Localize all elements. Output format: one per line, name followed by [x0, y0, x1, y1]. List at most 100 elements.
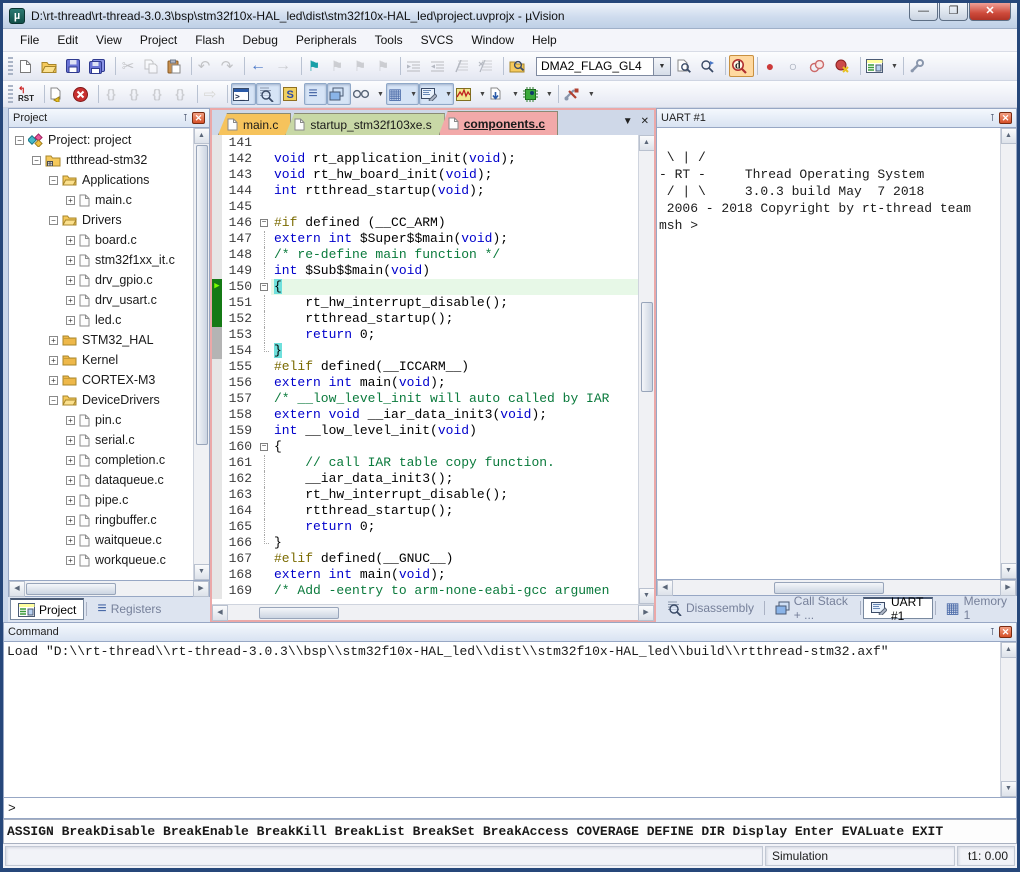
code-editor[interactable]: 141142void rt_application_init(void);143… — [212, 135, 638, 604]
tree-item-devicedrivers[interactable]: −DeviceDrivers — [9, 390, 193, 410]
expand-icon[interactable]: + — [66, 196, 75, 205]
show-next-statement-button[interactable] — [48, 83, 71, 105]
expand-icon[interactable]: + — [66, 456, 75, 465]
tree-item-drivers[interactable]: −Drivers — [9, 210, 193, 230]
fold-margin[interactable] — [258, 167, 271, 183]
tree-item-project-project[interactable]: −Project: project — [9, 130, 193, 150]
scroll-left-icon[interactable]: ◀ — [657, 580, 673, 596]
command-panel-close-icon[interactable]: ✕ — [999, 626, 1012, 638]
code-line-149[interactable]: 149int $Sub$$main(void) — [212, 263, 638, 279]
command-input-line[interactable]: > — [3, 798, 1017, 819]
menu-help[interactable]: Help — [523, 31, 566, 49]
menu-view[interactable]: View — [87, 31, 131, 49]
code-line-158[interactable]: 158extern void __iar_data_init3(void); — [212, 407, 638, 423]
menu-edit[interactable]: Edit — [48, 31, 87, 49]
project-tree-hscrollbar[interactable]: ◀ ▶ — [8, 581, 210, 597]
menu-file[interactable]: File — [11, 31, 48, 49]
scroll-thumb[interactable] — [774, 582, 884, 594]
scroll-up-icon[interactable]: ▲ — [639, 135, 655, 151]
scroll-right-icon[interactable]: ▶ — [638, 605, 654, 621]
incremental-find-button[interactable] — [698, 55, 722, 77]
stop-debug-button[interactable] — [71, 83, 95, 105]
fold-margin[interactable] — [258, 503, 271, 519]
fold-margin[interactable] — [258, 311, 271, 327]
kill-all-breakpoints-button[interactable] — [832, 55, 857, 77]
dock-tab-registers[interactable]: ≡Registers — [89, 598, 169, 620]
fold-margin[interactable] — [258, 423, 271, 439]
collapse-icon[interactable]: − — [49, 176, 58, 185]
expand-icon[interactable]: + — [66, 296, 75, 305]
tree-item-waitqueue-c[interactable]: +waitqueue.c — [9, 530, 193, 550]
code-line-146[interactable]: 146−#if defined (__CC_ARM) — [212, 215, 638, 231]
enable-disable-breakpoint-button[interactable]: ○ — [784, 55, 807, 77]
expand-icon[interactable]: + — [66, 556, 75, 565]
menu-peripherals[interactable]: Peripherals — [287, 31, 366, 49]
fold-margin[interactable] — [258, 551, 271, 567]
debug-tab-memory-1[interactable]: ▦Memory 1 — [937, 597, 1015, 619]
fold-margin[interactable] — [258, 199, 271, 215]
code-line-153[interactable]: 153 return 0; — [212, 327, 638, 343]
pin-icon[interactable]: ⊺ — [990, 627, 995, 638]
collapse-icon[interactable]: − — [15, 136, 24, 145]
expand-icon[interactable]: + — [66, 416, 75, 425]
navigate-back-button[interactable]: ← — [248, 55, 273, 77]
code-line-166[interactable]: 166} — [212, 535, 638, 551]
restore-button[interactable]: ❐ — [939, 3, 968, 21]
open-file-button[interactable] — [39, 55, 64, 77]
dropdown-arrow-icon[interactable]: ▼ — [410, 91, 417, 98]
code-line-161[interactable]: 161 // call IAR table copy function. — [212, 455, 638, 471]
code-line-165[interactable]: 165 return 0; — [212, 519, 638, 535]
scroll-up-icon[interactable]: ▲ — [1001, 128, 1017, 144]
expand-icon[interactable]: + — [66, 496, 75, 505]
uart-output[interactable]: \ | / - RT - Thread Operating System / |… — [657, 128, 1000, 579]
code-line-145[interactable]: 145 — [212, 199, 638, 215]
scroll-down-icon[interactable]: ▼ — [1001, 563, 1017, 579]
scroll-thumb[interactable] — [259, 607, 339, 619]
expand-icon[interactable]: + — [66, 256, 75, 265]
expand-icon[interactable]: + — [49, 356, 58, 365]
fold-margin[interactable] — [258, 183, 271, 199]
fold-collapse-icon[interactable]: − — [260, 283, 268, 291]
code-line-168[interactable]: 168extern int main(void); — [212, 567, 638, 583]
tab-list-dropdown-icon[interactable]: ▼ — [623, 116, 633, 127]
code-line-151[interactable]: 151 rt_hw_interrupt_disable(); — [212, 295, 638, 311]
document-close-icon[interactable]: ✕ — [641, 116, 649, 127]
code-line-152[interactable]: 152 rtthread_startup(); — [212, 311, 638, 327]
code-line-162[interactable]: 162 __iar_data_init3(); — [212, 471, 638, 487]
watch-windows-button[interactable]: ▼ — [351, 83, 386, 105]
new-file-button[interactable] — [16, 55, 39, 77]
uart-panel-close-icon[interactable]: ✕ — [999, 112, 1012, 124]
find-button[interactable] — [675, 55, 698, 77]
fold-margin[interactable] — [258, 519, 271, 535]
dropdown-arrow-icon[interactable]: ▼ — [512, 91, 519, 98]
scroll-right-icon[interactable]: ▶ — [193, 581, 209, 597]
fold-margin[interactable]: − — [258, 215, 271, 231]
code-line-143[interactable]: 143void rt_hw_board_init(void); — [212, 167, 638, 183]
tree-item-main-c[interactable]: +main.c — [9, 190, 193, 210]
fold-margin[interactable] — [258, 407, 271, 423]
dock-tab-project[interactable]: Project — [10, 598, 84, 620]
start-stop-debug-button[interactable]: d — [729, 55, 754, 77]
project-tree-vscrollbar[interactable]: ▲ ▼ — [193, 128, 209, 580]
fold-margin[interactable] — [258, 359, 271, 375]
menu-tools[interactable]: Tools — [366, 31, 412, 49]
minimize-button[interactable]: — — [909, 3, 938, 21]
search-combo-input[interactable] — [536, 57, 654, 76]
code-line-154[interactable]: 154} — [212, 343, 638, 359]
code-line-141[interactable]: 141 — [212, 135, 638, 151]
tree-item-pin-c[interactable]: +pin.c — [9, 410, 193, 430]
trace-windows-button[interactable]: ▼ — [488, 83, 521, 105]
system-viewer-button[interactable]: ▼ — [521, 83, 555, 105]
expand-icon[interactable]: + — [66, 276, 75, 285]
dropdown-arrow-icon[interactable]: ▼ — [588, 91, 595, 98]
fold-margin[interactable]: − — [258, 439, 271, 455]
close-button[interactable]: ✕ — [969, 3, 1011, 21]
debug-tab-disassembly[interactable]: Disassembly — [658, 597, 762, 619]
expand-icon[interactable]: + — [66, 536, 75, 545]
tree-item-workqueue-c[interactable]: +workqueue.c — [9, 550, 193, 570]
command-vscrollbar[interactable]: ▲ ▼ — [1000, 642, 1016, 797]
configure-target-button[interactable] — [907, 55, 931, 77]
scroll-down-icon[interactable]: ▼ — [194, 564, 210, 580]
fold-collapse-icon[interactable]: − — [260, 219, 268, 227]
debug-tab-call-stack[interactable]: Call Stack + ... — [767, 597, 858, 619]
